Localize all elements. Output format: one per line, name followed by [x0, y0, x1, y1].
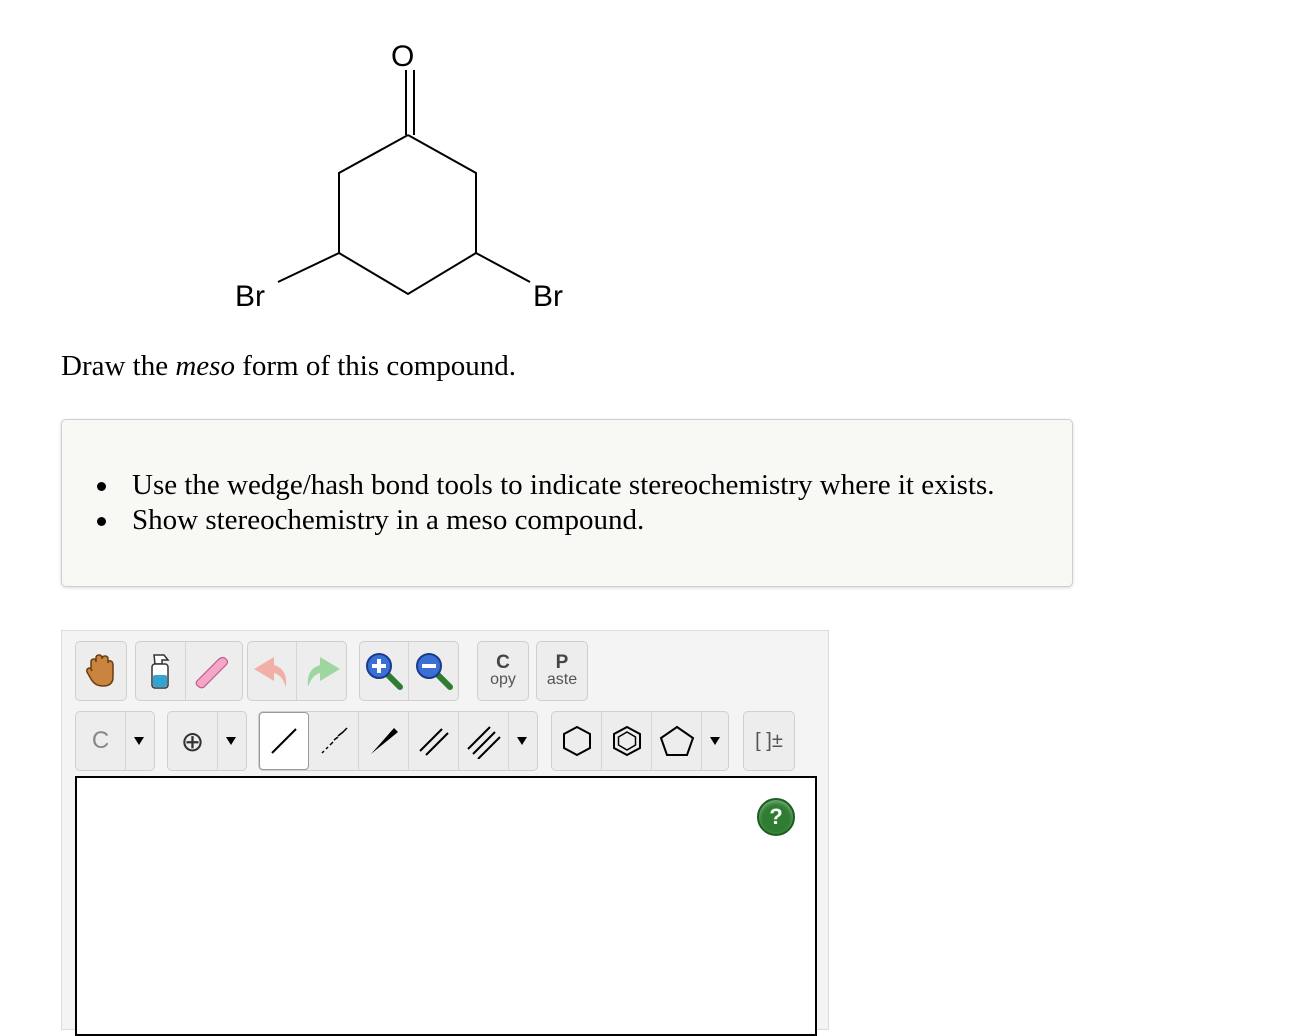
benzene-icon — [612, 725, 641, 757]
bond-dropdown-toggle[interactable] — [509, 712, 535, 770]
structure-editor: C opy P aste C ⊕ []± ? — [61, 630, 829, 1036]
instructions-list: Use the wedge/hash bond tools to indicat… — [97, 468, 995, 538]
move-tool-group — [75, 641, 127, 701]
single-bond-button[interactable] — [259, 712, 309, 770]
triple-bond-button[interactable] — [459, 712, 509, 770]
charge-plus-button[interactable]: ⊕ — [168, 712, 218, 770]
chevron-down-icon — [226, 737, 236, 745]
atom-dropdown-toggle[interactable] — [126, 712, 152, 770]
copy-label-small: opy — [490, 671, 516, 688]
zoom-tools-group — [359, 641, 459, 701]
atom-tool-group: C — [75, 711, 155, 771]
bracket-tool-group: [ ]± — [743, 711, 795, 771]
bromine-left-label: Br — [235, 280, 265, 313]
instruction-item: Use the wedge/hash bond tools to indicat… — [97, 469, 995, 501]
instructions-panel: Use the wedge/hash bond tools to indicat… — [61, 419, 1073, 587]
hash-bond-icon — [320, 727, 348, 754]
cyclopentane-icon — [659, 725, 694, 756]
ring-tools-group — [551, 711, 729, 771]
charge-tool-group: ⊕ — [167, 711, 247, 771]
cyclopentane-button[interactable] — [652, 712, 702, 770]
ring-dropdown-toggle[interactable] — [702, 712, 728, 770]
paste-label: P aste — [546, 652, 578, 688]
zoom-out-button[interactable] — [409, 642, 458, 700]
paste-label-big: P — [555, 652, 569, 673]
bond-tools-group — [258, 711, 538, 771]
hand-icon — [86, 654, 114, 687]
chevron-down-icon — [710, 737, 720, 745]
clean-tool-button[interactable] — [136, 642, 186, 700]
bracket-icon: [ ]± — [755, 729, 783, 752]
instruction-item: Show stereochemistry in a meso compound. — [97, 503, 995, 538]
eraser-icon — [195, 656, 229, 689]
help-button[interactable]: ? — [757, 798, 795, 836]
single-bond-icon — [271, 728, 297, 754]
copy-tool-group: C opy — [477, 641, 529, 701]
benzene-button[interactable] — [602, 712, 652, 770]
undo-arrow-icon — [254, 657, 287, 687]
charge-dropdown-toggle[interactable] — [218, 712, 244, 770]
undo-button[interactable] — [248, 642, 298, 700]
zoom-in-icon — [366, 653, 403, 690]
zoom-in-button[interactable] — [360, 642, 410, 700]
cyclohexane-button[interactable] — [552, 712, 602, 770]
paste-label-small: aste — [546, 671, 578, 688]
question-suffix: form of this compound. — [234, 350, 517, 382]
copy-label-big: C — [496, 652, 510, 673]
history-tools-group — [247, 641, 347, 701]
cyclohexane-icon — [562, 725, 591, 757]
redo-arrow-icon — [307, 657, 340, 687]
molecule-structure: O Br Br — [235, 40, 563, 313]
bracket-button[interactable]: [ ]± — [744, 712, 794, 770]
edit-tools-group — [135, 641, 243, 701]
question-prefix: Draw the — [61, 350, 176, 382]
atom-carbon-label: C — [91, 727, 110, 754]
paste-tool-group: P aste — [536, 641, 588, 701]
wedge-bond-button[interactable] — [359, 712, 409, 770]
chevron-down-icon — [134, 737, 144, 745]
question-mark-icon: ? — [769, 804, 783, 829]
oxygen-atom-label: O — [391, 40, 414, 73]
copy-label: C opy — [490, 652, 516, 688]
double-bond-icon — [418, 728, 449, 756]
chevron-down-icon — [517, 737, 527, 745]
atom-carbon-button[interactable]: C — [76, 712, 126, 770]
spray-bottle-icon — [150, 654, 170, 689]
zoom-out-icon — [415, 653, 453, 690]
drawing-canvas[interactable]: ? — [75, 776, 817, 1036]
charge-plus-icon: ⊕ — [180, 725, 205, 757]
question-emphasis: meso — [175, 350, 235, 382]
triple-bond-icon — [466, 726, 501, 759]
bromine-right-label: Br — [533, 280, 563, 313]
move-tool-button[interactable] — [76, 642, 126, 700]
hash-bond-button[interactable] — [309, 712, 359, 770]
paste-button[interactable]: P aste — [537, 642, 587, 700]
question-text: Draw the meso form of this compound. — [61, 350, 516, 383]
copy-button[interactable]: C opy — [478, 642, 528, 700]
redo-button[interactable] — [297, 642, 346, 700]
double-bond-button[interactable] — [409, 712, 459, 770]
erase-tool-button[interactable] — [186, 642, 236, 700]
wedge-bond-icon — [370, 728, 398, 754]
